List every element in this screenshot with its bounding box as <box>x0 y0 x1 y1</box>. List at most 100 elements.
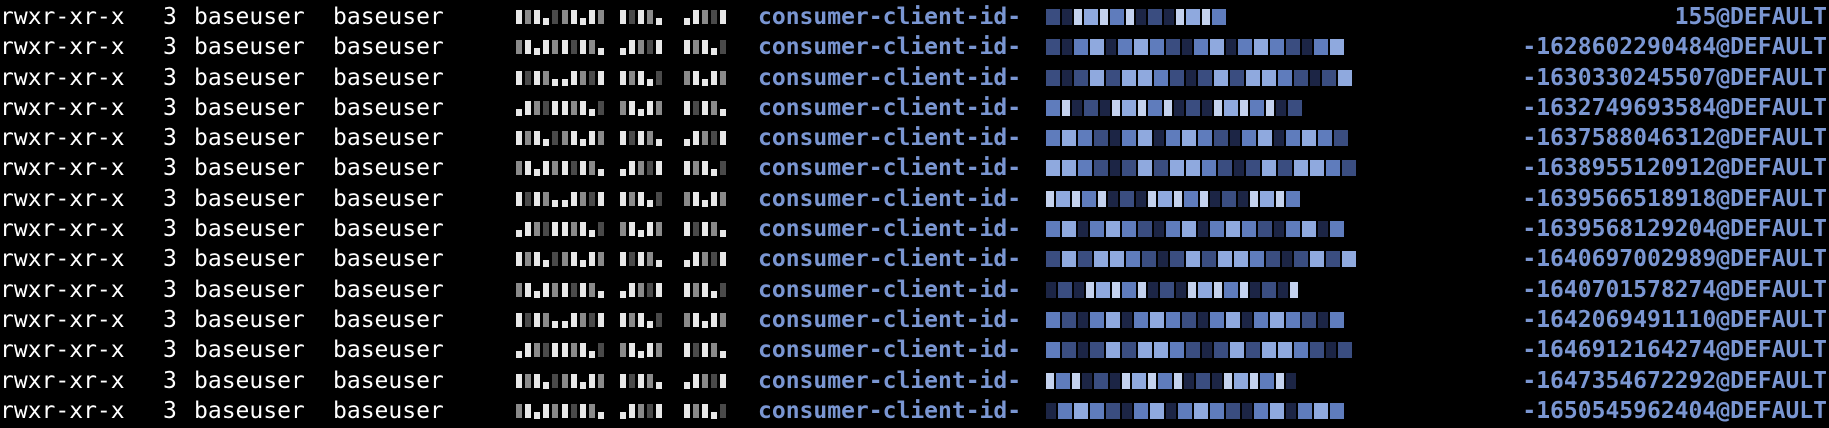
redacted-block <box>684 70 726 86</box>
permissions: rwxr-xr-x <box>0 4 125 30</box>
redacted-block <box>684 312 726 328</box>
directory-name-suffix: -1647354672292@DEFAULT <box>1522 367 1827 394</box>
permissions: rwxr-xr-x <box>0 367 125 394</box>
directory-name-suffix: -1646912164274@DEFAULT <box>1522 337 1827 364</box>
link-count: 3 <box>163 216 177 243</box>
group-name: baseuser <box>333 306 444 333</box>
redacted-block <box>516 130 558 147</box>
directory-name: consumer-client-id- <box>758 216 1022 243</box>
link-count: 3 <box>163 155 177 182</box>
file-listing-row: rwxr-xr-x 3 baseuser baseuser consumer-clien… <box>0 93 1829 123</box>
permissions: rwxr-xr-x <box>0 306 125 333</box>
permissions: rwxr-xr-x <box>0 397 125 424</box>
directory-name: consumer-client-id- <box>758 125 1022 152</box>
redacted-block <box>516 251 558 268</box>
redacted-block <box>516 100 558 116</box>
redacted-block <box>684 191 726 207</box>
redacted-block <box>620 342 662 359</box>
link-count: 3 <box>163 306 177 333</box>
permissions: rwxr-xr-x <box>0 185 125 212</box>
redacted-block <box>516 373 558 389</box>
owner-name: baseuser <box>194 397 305 424</box>
directory-name: consumer-client-id- <box>758 34 1022 61</box>
redacted-block <box>684 130 726 147</box>
directory-name: consumer-client-id- <box>758 246 1022 273</box>
permissions: rwxr-xr-x <box>0 337 125 364</box>
redacted-block <box>620 191 662 207</box>
redacted-block <box>620 160 662 177</box>
redacted-block <box>684 160 726 177</box>
redacted-block <box>620 403 662 419</box>
redacted-block <box>684 39 726 56</box>
file-listing-row: rwxr-xr-x 3 baseuser baseuser consumer-clien… <box>0 275 1829 305</box>
group-name: baseuser <box>333 216 444 243</box>
redacted-block <box>516 70 558 86</box>
link-count: 3 <box>163 34 177 61</box>
link-count: 3 <box>163 246 177 273</box>
group-name: baseuser <box>333 397 444 424</box>
file-listing-row: rwxr-xr-x 3 baseuser baseuser consumer-clien… <box>0 184 1829 214</box>
directory-name-suffix: -1642069491110@DEFAULT <box>1522 306 1827 333</box>
permissions: rwxr-xr-x <box>0 94 125 121</box>
group-name: baseuser <box>333 4 444 30</box>
redacted-block <box>1046 98 1302 118</box>
owner-name: baseuser <box>194 367 305 394</box>
link-count: 3 <box>163 367 177 394</box>
redacted-block <box>620 70 662 86</box>
owner-name: baseuser <box>194 34 305 61</box>
redacted-block <box>516 39 558 56</box>
group-name: baseuser <box>333 276 444 303</box>
redacted-block <box>516 160 558 177</box>
redacted-block <box>562 160 604 177</box>
file-listing-row: rwxr-xr-x 3 baseuser baseuser consumer-clien… <box>0 32 1829 62</box>
redacted-block <box>684 403 726 419</box>
redacted-block <box>1046 158 1356 178</box>
owner-name: baseuser <box>194 337 305 364</box>
directory-name-suffix: -1637588046312@DEFAULT <box>1522 125 1827 152</box>
redacted-block <box>516 191 558 207</box>
permissions: rwxr-xr-x <box>0 276 125 303</box>
file-listing-row: rwxr-xr-x 3 baseuser baseuser consumer-clien… <box>0 2 1829 32</box>
link-count: 3 <box>163 276 177 303</box>
redacted-block <box>1046 371 1296 391</box>
directory-name-suffix: -1639568129204@DEFAULT <box>1522 216 1827 243</box>
permissions: rwxr-xr-x <box>0 246 125 273</box>
directory-name-suffix: -1639566518918@DEFAULT <box>1522 185 1827 212</box>
redacted-block <box>1046 340 1352 360</box>
directory-name-suffix: -1638955120912@DEFAULT <box>1522 155 1827 182</box>
directory-name: consumer-client-id- <box>758 155 1022 182</box>
redacted-block <box>684 251 726 268</box>
link-count: 3 <box>163 94 177 121</box>
link-count: 3 <box>163 4 177 30</box>
permissions: rwxr-xr-x <box>0 155 125 182</box>
directory-name: consumer-client-id- <box>758 185 1022 212</box>
file-listing-row: rwxr-xr-x 3 baseuser baseuser consumer-clien… <box>0 63 1829 93</box>
redacted-block <box>516 221 558 238</box>
group-name: baseuser <box>333 367 444 394</box>
redacted-block <box>562 221 604 238</box>
directory-name: consumer-client-id- <box>758 64 1022 91</box>
directory-name: consumer-client-id- <box>758 367 1022 394</box>
redacted-block <box>684 221 726 238</box>
owner-name: baseuser <box>194 155 305 182</box>
redacted-block <box>620 282 662 298</box>
redacted-block <box>1046 37 1344 57</box>
group-name: baseuser <box>333 125 444 152</box>
owner-name: baseuser <box>194 125 305 152</box>
file-listing-row: rwxr-xr-x 3 baseuser baseuser consumer-clien… <box>0 396 1829 426</box>
redacted-block <box>516 312 558 328</box>
redacted-block <box>516 342 558 359</box>
owner-name: baseuser <box>194 276 305 303</box>
redacted-block <box>562 9 604 25</box>
redacted-block <box>1046 280 1298 300</box>
link-count: 3 <box>163 125 177 152</box>
file-listing-row: rwxr-xr-x 3 baseuser baseuser consumer-clien… <box>0 335 1829 365</box>
redacted-block <box>684 373 726 389</box>
directory-name-suffix: -1650545962404@DEFAULT <box>1522 397 1827 424</box>
redacted-block <box>1046 7 1226 27</box>
permissions: rwxr-xr-x <box>0 216 125 243</box>
redacted-block <box>620 251 662 268</box>
link-count: 3 <box>163 64 177 91</box>
terminal-output: rwxr-xr-x 3 baseuser baseuser consumer-clien… <box>0 0 1829 428</box>
file-listing-row: rwxr-xr-x 3 baseuser baseuser consumer-clien… <box>0 123 1829 153</box>
